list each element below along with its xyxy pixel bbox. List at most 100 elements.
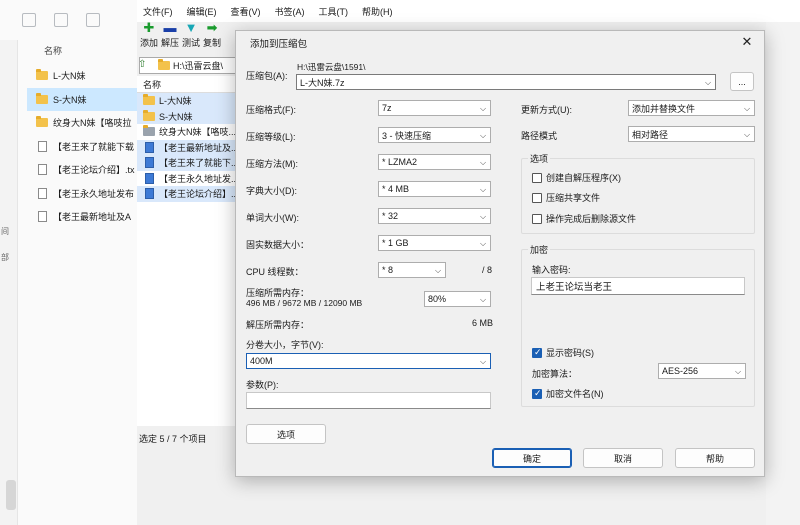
level-label: 压缩等级(L): [246, 132, 296, 142]
format-select[interactable]: 7z ⌵ [378, 100, 491, 116]
sfx-checkbox[interactable]: 创建自解压程序(X) [532, 171, 621, 184]
ok-button[interactable]: 确定 [492, 448, 572, 468]
checkbox-box [532, 192, 542, 203]
extract-button[interactable]: ▬ 解压 [161, 21, 180, 55]
folder-icon [158, 59, 170, 70]
browse-button[interactable]: ... [730, 72, 754, 91]
level-select[interactable]: 3 - 快速压缩 ⌵ [378, 127, 491, 143]
checkbox-box [532, 388, 542, 399]
rename-icon[interactable] [86, 13, 100, 27]
archive-label: 压缩包(A): [246, 71, 288, 81]
chevron-down-icon: ⌵ [705, 78, 712, 87]
document-icon [38, 187, 47, 199]
dict-select[interactable]: * 4 MB ⌵ [378, 181, 491, 197]
mem-comp-detail: 496 MB / 9672 MB / 12090 MB [246, 298, 363, 308]
delete-after-checkbox[interactable]: 操作完成后删除源文件 [532, 212, 636, 225]
folder-icon [36, 69, 48, 81]
mem-percent-select[interactable]: 80% ⌵ [424, 291, 491, 307]
show-password-checkbox[interactable]: 显示密码(S) [532, 346, 594, 359]
params-input[interactable] [246, 392, 491, 409]
path-text: H:\迅雷云盘\ [173, 61, 224, 71]
path-mode-select[interactable]: 相对路径 ⌵ [628, 126, 755, 142]
options-button[interactable]: 选项 [246, 424, 326, 444]
list-item[interactable]: 纹身大N妹【咯吱... [137, 124, 237, 140]
file-name: 【老王永久地址发... [159, 173, 237, 184]
copy-button[interactable]: ➡ 复制 [203, 21, 222, 55]
paste-icon[interactable] [54, 13, 68, 27]
menu-help[interactable]: 帮助(H) [362, 5, 393, 18]
explorer-column-name[interactable]: 名称 [44, 44, 62, 57]
folder-icon [36, 92, 48, 104]
chevron-down-icon: ⌵ [480, 131, 487, 140]
list-item[interactable]: 【老王论坛介绍】... [137, 186, 237, 202]
list-item[interactable]: 【老王来了就能下... [137, 155, 237, 171]
list-item[interactable]: 【老王永久地址发布 [27, 182, 137, 206]
dict-value: * 4 MB [382, 184, 410, 194]
toolbar-label: 添加 [140, 38, 159, 48]
format-value: 7z [382, 103, 392, 113]
menu-file[interactable]: 文件(F) [143, 5, 173, 18]
path-field[interactable]: ⇧ H:\迅雷云盘\ [139, 57, 237, 74]
explorer-toolbar [0, 0, 137, 40]
list-item[interactable]: 【老王论坛介绍】.tx [27, 158, 137, 182]
archive-name-combo[interactable]: L-大N妹.7z ⌵ [296, 74, 716, 90]
chevron-down-icon: ⌵ [744, 130, 751, 139]
scrollbar[interactable] [6, 480, 16, 510]
document-icon [145, 157, 154, 169]
help-button[interactable]: 帮助 [675, 448, 755, 468]
list-item[interactable]: S-大N妹 [27, 87, 137, 111]
password-input[interactable]: 上老王论坛当老王 [531, 277, 745, 295]
word-select[interactable]: * 32 ⌵ [378, 208, 491, 224]
threads-value: * 8 [382, 265, 394, 275]
close-icon[interactable]: ✕ [738, 34, 756, 50]
list-item[interactable]: 【老王最新地址及... [137, 139, 237, 155]
add-button[interactable]: ✚ 添加 [140, 21, 159, 55]
checkbox-label: 加密文件名(N) [546, 389, 604, 399]
list-item[interactable]: 【老王永久地址发... [137, 171, 237, 187]
list-item[interactable]: L-大N妹 [137, 93, 237, 109]
document-icon [145, 172, 154, 184]
toolbar-label: 复制 [203, 38, 222, 48]
update-select[interactable]: 添加并替换文件 ⌵ [628, 100, 755, 116]
file-name: L-大N妹 [159, 96, 192, 107]
checkbox-label: 操作完成后删除源文件 [546, 214, 637, 224]
test-button[interactable]: ▼ 测试 [182, 21, 200, 55]
path-mode-label: 路径模式 [521, 131, 558, 141]
threads-label: CPU 线程数： [246, 267, 304, 277]
enc-method-select[interactable]: AES-256 ⌵ [658, 363, 746, 379]
threads-select[interactable]: * 8 ⌵ [378, 262, 446, 278]
list-item[interactable]: 【老王最新地址及A [27, 205, 137, 229]
menu-view[interactable]: 查看(V) [231, 5, 261, 18]
checkbox-box [532, 172, 542, 183]
column-name[interactable]: 名称 [137, 76, 237, 93]
document-icon [38, 140, 47, 152]
toolbar-label: 解压 [161, 38, 180, 48]
nav-label: 间 [1, 227, 9, 236]
file-name: 【老王论坛介绍】... [159, 189, 237, 200]
chevron-down-icon: ⌵ [744, 104, 751, 113]
menu-tools[interactable]: 工具(T) [319, 5, 349, 18]
solid-select[interactable]: * 1 GB ⌵ [378, 235, 491, 251]
split-value: 400M [250, 356, 273, 366]
method-select[interactable]: * LZMA2 ⌵ [378, 154, 491, 170]
list-item[interactable]: L-大N妹 [27, 64, 137, 88]
cancel-button[interactable]: 取消 [583, 448, 663, 468]
copy-icon[interactable] [22, 13, 36, 27]
shared-files-checkbox[interactable]: 压缩共享文件 [532, 191, 600, 204]
list-item[interactable]: 【老王来了就能下载 [27, 135, 137, 159]
file-name: 纹身大N妹【咯吱拉 [53, 118, 132, 129]
encrypt-names-checkbox[interactable]: 加密文件名(N) [532, 387, 604, 400]
menu-bookmarks[interactable]: 书签(A) [275, 5, 305, 18]
menu-edit[interactable]: 编辑(E) [187, 5, 217, 18]
list-item[interactable]: 纹身大N妹【咯吱拉 [27, 111, 137, 135]
add-to-archive-dialog: 添加到压缩包 ✕ 压缩包(A): H:\迅雷云盘\1591\ L-大N妹.7z … [235, 30, 765, 477]
mem-decomp-label: 解压所需内存： [246, 320, 310, 330]
up-folder-icon[interactable]: ⇧ [140, 59, 152, 70]
list-item[interactable]: S-大N妹 [137, 108, 237, 124]
solid-label: 固实数据大小： [246, 240, 310, 250]
enc-method-label: 加密算法： [532, 369, 578, 379]
method-value: * LZMA2 [382, 157, 418, 167]
split-combo[interactable]: 400M ⌵ [246, 353, 491, 369]
chevron-down-icon: ⌵ [480, 158, 487, 167]
file-name: 【老王来了就能下载 [53, 141, 135, 152]
